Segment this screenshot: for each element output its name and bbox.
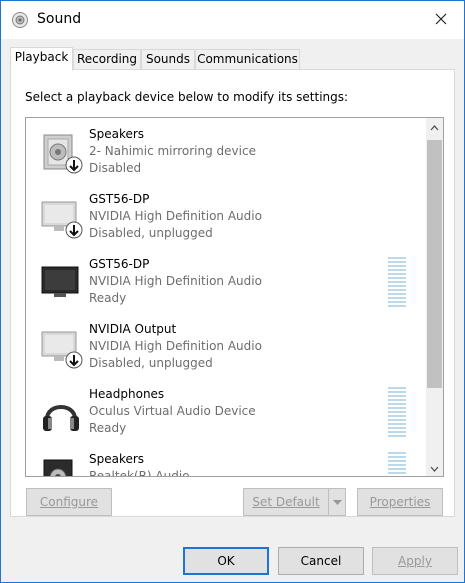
properties-label: Properties — [369, 495, 431, 509]
list-item[interactable]: Headphones Oculus Virtual Audio Device R… — [26, 381, 426, 446]
playback-panel: Select a playback device below to modify… — [10, 69, 455, 517]
speaker-icon — [38, 454, 88, 476]
list-item[interactable]: Speakers 2- Nahimic mirroring device Dis… — [26, 121, 426, 186]
window-title: Sound — [37, 11, 82, 27]
device-name: Speakers — [89, 452, 145, 466]
device-description: 2- Nahimic mirroring device — [89, 144, 256, 158]
device-status: Disabled, unplugged — [89, 226, 213, 240]
device-name: Headphones — [89, 387, 165, 401]
instruction-text: Select a playback device below to modify… — [25, 90, 349, 104]
set-default-label: Set Default — [252, 495, 320, 509]
device-description: Realtek(R) Audio — [89, 469, 190, 477]
tab-sounds[interactable]: Sounds — [141, 49, 195, 69]
monitor-icon — [38, 324, 88, 374]
sound-dialog: Sound Playback Recording Sounds Communic… — [0, 0, 465, 583]
properties-button[interactable]: Properties — [357, 488, 443, 516]
chevron-down-icon — [430, 461, 439, 475]
list-item[interactable]: NVIDIA Output NVIDIA High Definition Aud… — [26, 316, 426, 381]
volume-meter — [388, 257, 406, 309]
configure-button[interactable]: Configure — [26, 488, 112, 516]
device-name: GST56-DP — [89, 192, 150, 206]
set-default-dropdown[interactable] — [328, 488, 346, 516]
volume-meter — [388, 387, 406, 439]
device-description: Oculus Virtual Audio Device — [89, 404, 256, 418]
device-name: Speakers — [89, 127, 145, 141]
device-name: GST56-DP — [89, 257, 150, 271]
tab-playback[interactable]: Playback — [10, 47, 73, 71]
cancel-button[interactable]: Cancel — [278, 547, 364, 575]
volume-meter — [388, 452, 406, 476]
close-button[interactable] — [418, 1, 464, 39]
device-status: Ready — [89, 291, 127, 305]
speaker-icon — [38, 129, 88, 179]
chevron-up-icon — [430, 120, 439, 134]
apply-label: Apply — [398, 554, 432, 568]
set-default-button[interactable]: Set Default — [243, 488, 329, 516]
monitor-icon — [38, 259, 88, 309]
monitor-icon — [38, 194, 88, 244]
device-description: NVIDIA High Definition Audio — [89, 209, 262, 223]
scroll-thumb[interactable] — [427, 140, 442, 388]
list-item[interactable]: Speakers Realtek(R) Audio — [26, 446, 426, 477]
scroll-up-button[interactable] — [426, 118, 443, 135]
device-status: Disabled, unplugged — [89, 356, 213, 370]
device-description: NVIDIA High Definition Audio — [89, 339, 262, 353]
close-icon — [435, 13, 447, 28]
headphones-icon — [38, 389, 88, 439]
device-description: NVIDIA High Definition Audio — [89, 274, 262, 288]
chevron-down-icon — [332, 495, 342, 509]
tab-communications[interactable]: Communications — [195, 49, 300, 69]
tab-recording[interactable]: Recording — [73, 49, 141, 69]
title-bar: Sound — [1, 1, 464, 39]
device-status: Disabled — [89, 161, 142, 175]
apply-button[interactable]: Apply — [372, 547, 458, 575]
vertical-scrollbar[interactable] — [426, 118, 443, 476]
device-list[interactable]: Speakers 2- Nahimic mirroring device Dis… — [25, 117, 444, 477]
ok-button[interactable]: OK — [183, 547, 269, 575]
speaker-app-icon — [11, 11, 29, 29]
list-item[interactable]: GST56-DP NVIDIA High Definition Audio Re… — [26, 251, 426, 316]
list-item[interactable]: GST56-DP NVIDIA High Definition Audio Di… — [26, 186, 426, 251]
dialog-body: Playback Recording Sounds Communications… — [1, 39, 464, 582]
device-name: NVIDIA Output — [89, 322, 177, 336]
configure-label: Configure — [39, 495, 99, 509]
device-status: Ready — [89, 421, 127, 435]
scroll-down-button[interactable] — [426, 459, 443, 476]
